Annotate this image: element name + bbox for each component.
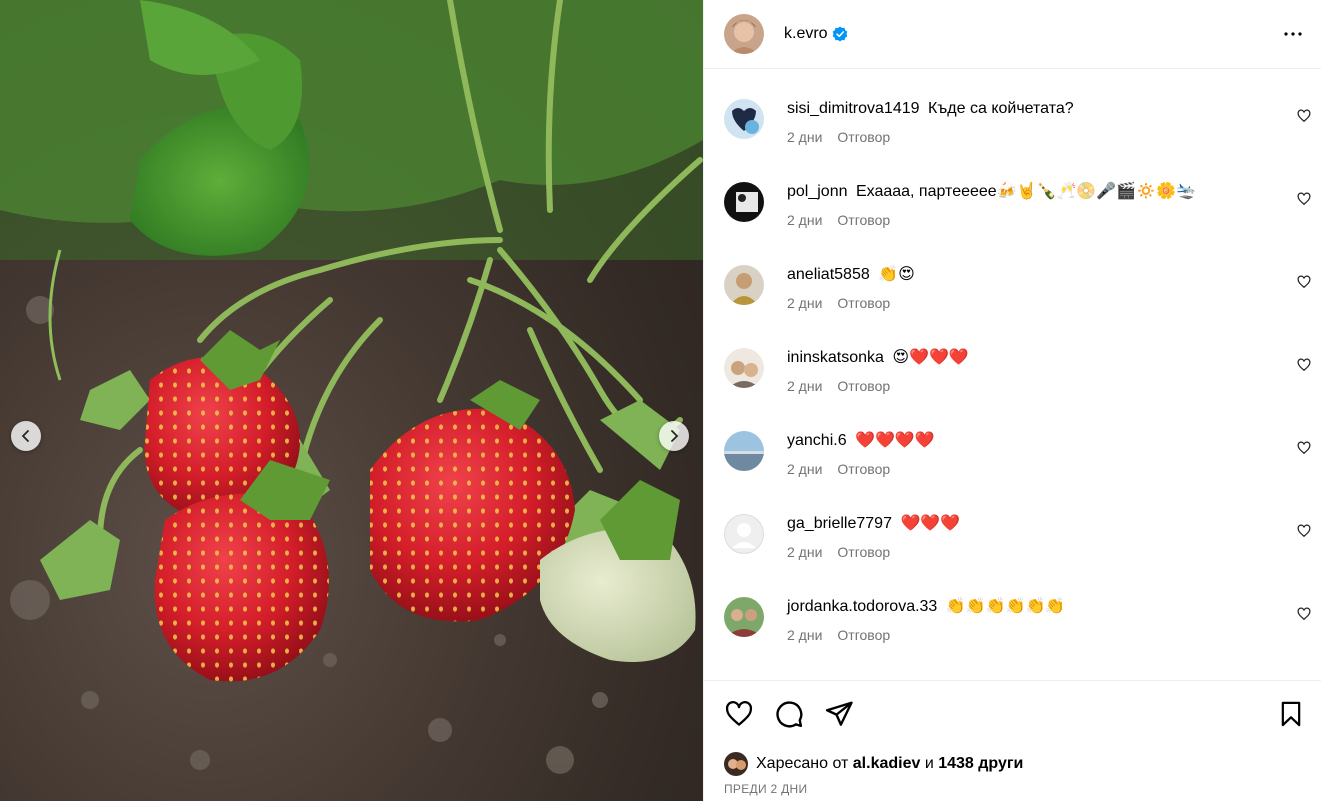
post-timestamp[interactable]: ПРЕДИ 2 ДНИ xyxy=(724,782,1305,796)
send-icon xyxy=(825,701,853,726)
comment-text: ❤️❤️❤️ xyxy=(900,515,961,532)
likes-summary: Харесано от al.kadiev и 1438 други xyxy=(724,752,1305,776)
commenter-avatar[interactable] xyxy=(724,514,764,554)
likes-prefix: Харесано от xyxy=(756,755,849,772)
comment-text: ❤️❤️❤️❤️ xyxy=(855,432,935,449)
next-image-button[interactable] xyxy=(659,421,689,451)
reply-button[interactable]: Отговор xyxy=(837,544,890,560)
comment-time[interactable]: 2 дни xyxy=(787,627,822,643)
more-options-button[interactable] xyxy=(1281,22,1305,46)
post-actions: Харесано от al.kadiev и 1438 други ПРЕДИ… xyxy=(704,680,1321,801)
commenter-avatar[interactable] xyxy=(724,431,764,471)
chevron-right-icon xyxy=(671,430,679,442)
heart-icon xyxy=(1297,275,1311,289)
likes-conj: и xyxy=(924,755,934,772)
author-username[interactable]: k.evro xyxy=(784,25,828,43)
likes-count[interactable]: 1438 други xyxy=(938,755,1023,773)
comment-like-button[interactable] xyxy=(1297,192,1311,211)
reply-button[interactable]: Отговор xyxy=(837,129,890,145)
comment-username[interactable]: aneliat5858 xyxy=(787,266,870,283)
liker-username[interactable]: al.kadiev xyxy=(853,755,921,773)
comment-text: 👏👏👏👏👏👏 xyxy=(945,598,1066,615)
commenter-avatar[interactable] xyxy=(724,265,764,305)
comment-text: 👏😍 xyxy=(878,266,915,283)
heart-icon xyxy=(1297,109,1311,123)
reply-button[interactable]: Отговор xyxy=(837,461,890,477)
comment-time[interactable]: 2 дни xyxy=(787,544,822,560)
strawberries-photo xyxy=(0,0,703,774)
more-options-icon xyxy=(1284,32,1302,36)
comment-like-button[interactable] xyxy=(1297,358,1311,377)
verified-badge-icon xyxy=(832,26,848,42)
heart-icon xyxy=(725,701,753,726)
post-side-panel: k.evro sisi_dimitrova1419 Къде са койчет… xyxy=(703,0,1321,801)
comment-item: yanchi.6 ❤️❤️❤️❤️ 2 дни Отговор xyxy=(704,419,1321,502)
comment-like-button[interactable] xyxy=(1297,275,1311,294)
comment-like-button[interactable] xyxy=(1297,607,1311,626)
comment-like-button[interactable] xyxy=(1297,524,1311,543)
reply-button[interactable]: Отговор xyxy=(837,295,890,311)
comments-list: sisi_dimitrova1419 Къде са койчетата? 2 … xyxy=(704,69,1321,680)
heart-icon xyxy=(1297,524,1311,538)
post-header: k.evro xyxy=(704,0,1321,69)
reply-button[interactable]: Отговор xyxy=(837,627,890,643)
commenter-avatar[interactable] xyxy=(724,99,764,139)
heart-icon xyxy=(1297,441,1311,455)
like-button[interactable] xyxy=(724,699,754,729)
comment-time[interactable]: 2 дни xyxy=(787,212,822,228)
comment-item: ga_brielle7797 ❤️❤️❤️ 2 дни Отговор xyxy=(704,502,1321,585)
heart-icon xyxy=(1297,358,1311,372)
comment-time[interactable]: 2 дни xyxy=(787,461,822,477)
previous-image-button[interactable] xyxy=(11,421,41,451)
comment-text: 😍❤️❤️❤️ xyxy=(892,349,969,366)
chevron-left-icon xyxy=(21,430,29,442)
comment-text: Ехаааа, партеееее🍻🤘🍾🥂📀🎤🎬🔅🌼🛬 xyxy=(855,183,1196,200)
comment-like-button[interactable] xyxy=(1297,109,1311,128)
comment-time[interactable]: 2 дни xyxy=(787,378,822,394)
action-bar xyxy=(724,699,1305,729)
comment-item: sisi_dimitrova1419 Къде са койчетата? 2 … xyxy=(704,87,1321,170)
commenter-avatar[interactable] xyxy=(724,182,764,222)
commenter-avatar[interactable] xyxy=(724,348,764,388)
comment-username[interactable]: ininskatsonka xyxy=(787,349,884,366)
comment-username[interactable]: yanchi.6 xyxy=(787,432,847,449)
reply-button[interactable]: Отговор xyxy=(837,212,890,228)
heart-icon xyxy=(1297,607,1311,621)
bookmark-icon xyxy=(1281,701,1301,727)
comment-time[interactable]: 2 дни xyxy=(787,129,822,145)
liker-avatar[interactable] xyxy=(724,752,748,776)
comment-item: aneliat5858 👏😍 2 дни Отговор xyxy=(704,253,1321,336)
post-media xyxy=(0,0,703,801)
heart-icon xyxy=(1297,192,1311,206)
comment-username[interactable]: pol_jonn xyxy=(787,183,848,200)
comment-username[interactable]: jordanka.todorova.33 xyxy=(787,598,937,615)
comment-item: jordanka.todorova.33 👏👏👏👏👏👏 2 дни Отговор xyxy=(704,585,1321,668)
comment-username[interactable]: ga_brielle7797 xyxy=(787,515,892,532)
comment-like-button[interactable] xyxy=(1297,441,1311,460)
comment-icon xyxy=(776,701,803,728)
reply-button[interactable]: Отговор xyxy=(837,378,890,394)
author-avatar[interactable] xyxy=(724,14,764,54)
comment-time[interactable]: 2 дни xyxy=(787,295,822,311)
comment-item: ininskatsonka 😍❤️❤️❤️ 2 дни Отговор xyxy=(704,336,1321,419)
comment-button[interactable] xyxy=(774,699,804,729)
comment-item: pol_jonn Ехаааа, партеееее🍻🤘🍾🥂📀🎤🎬🔅🌼🛬 2 д… xyxy=(704,170,1321,253)
save-button[interactable] xyxy=(1277,700,1305,728)
comment-username[interactable]: sisi_dimitrova1419 xyxy=(787,100,920,117)
commenter-avatar[interactable] xyxy=(724,597,764,637)
share-button[interactable] xyxy=(824,699,854,729)
comment-text: Къде са койчетата? xyxy=(927,100,1074,117)
